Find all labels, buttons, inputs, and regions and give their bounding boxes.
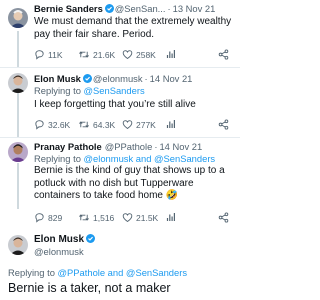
author-handle[interactable]: @elonmusk [93,73,143,84]
tweet-header: Bernie Sanders @SenSan... · 13 Nov 21 [34,3,236,14]
action-bar: 829 1,516 21.5K [34,211,232,225]
verified-badge-icon [82,74,92,84]
author-name[interactable]: Elon Musk [34,234,84,245]
views-button[interactable] [166,212,210,224]
reply-button[interactable]: 829 [34,212,78,225]
reply-count: 829 [48,213,63,223]
author-handle[interactable]: @elonmusk [34,246,84,257]
views-button[interactable] [166,49,210,61]
tweet[interactable]: Bernie Sanders @SenSan... · 13 Nov 21 We mu… [0,0,240,70]
action-bar: 32.6K 64.3K 277K [34,118,232,132]
like-icon [122,212,136,225]
reply-icon [34,119,48,132]
views-icon [166,119,179,131]
like-button[interactable]: 258K [122,49,166,62]
replying-to: Replying to @PPathole and @SenSanders [8,267,187,278]
tweet-thread: Bernie Sanders @SenSan... · 13 Nov 21 We mu… [0,0,240,300]
author-name[interactable]: Bernie Sanders [34,3,103,14]
author-name[interactable]: Pranay Pathole [34,141,102,152]
tweet-text: I keep forgetting that you’re still aliv… [34,99,196,110]
reply-count: 11K [48,50,63,60]
reply-button[interactable]: 11K [34,49,78,62]
tweet-date[interactable]: 14 Nov 21 [150,73,193,84]
tweet[interactable]: Elon Musk @elonmusk · 14 Nov 21 Replying to… [0,68,240,138]
verified-badge-icon [104,4,114,14]
like-count: 258K [136,50,156,60]
like-icon [122,49,136,62]
tweet-text: We must demand that the extremely wealth… [34,16,232,40]
replying-to-prefix: Replying to [34,153,84,164]
tweet-date[interactable]: 14 Nov 21 [159,141,202,152]
tweet[interactable]: Pranay Pathole @PPathole · 14 Nov 21 Replyi… [0,138,240,223]
replying-to-prefix: Replying to [34,85,84,96]
retweet-count: 21.6K [93,50,116,60]
tweet-date[interactable]: 13 Nov 21 [173,3,216,14]
replying-to-mention[interactable]: @PPathole and @SenSanders [58,267,188,278]
replying-to: Replying to @elonmusk and @SenSanders [34,153,236,164]
like-count: 277K [136,120,156,130]
avatar[interactable] [8,142,28,162]
avatar[interactable] [8,8,28,28]
reply-icon [34,212,48,225]
retweet-icon [78,49,93,62]
tweet-text: Bernie is a taker, not a maker [8,281,171,295]
tweet-text: Bernie is the kind of guy that shows up … [34,165,225,201]
share-button[interactable] [218,118,232,132]
retweet-count: 64.3K [93,120,116,130]
views-button[interactable] [166,119,210,131]
share-icon [218,48,232,62]
replying-to-prefix: Replying to [8,267,58,278]
tweet[interactable]: Elon Musk @elonmusk Replying to @PPathol… [0,232,240,300]
action-bar: 11K 21.6K 258K [34,48,232,62]
share-button[interactable] [218,211,232,225]
views-icon [166,49,179,61]
retweet-icon [78,119,93,132]
views-icon [166,212,179,224]
like-button[interactable]: 277K [122,119,166,132]
retweet-button[interactable]: 21.6K [78,49,122,62]
like-icon [122,119,136,132]
reply-count: 32.6K [48,120,71,130]
share-button[interactable] [218,48,232,62]
avatar[interactable] [8,73,28,93]
reply-button[interactable]: 32.6K [34,119,78,132]
retweet-button[interactable]: 1,516 [78,212,122,225]
like-count: 21.5K [136,213,159,223]
author-name[interactable]: Elon Musk [34,73,81,84]
retweet-count: 1,516 [93,213,115,223]
reply-icon [34,49,48,62]
tweet-header: Pranay Pathole @PPathole · 14 Nov 21 [34,141,236,152]
retweet-icon [78,212,93,225]
separator: · [167,3,171,14]
tweet-header: Elon Musk @elonmusk · 14 Nov 21 [34,73,236,84]
like-button[interactable]: 21.5K [122,212,166,225]
avatar[interactable] [8,235,28,255]
separator: · [154,141,158,152]
replying-to-mention[interactable]: @elonmusk and @SenSanders [84,153,216,164]
replying-to: Replying to @SenSanders [34,85,236,96]
separator: · [144,73,148,84]
share-icon [218,118,232,132]
author-handle[interactable]: @SenSan... [115,3,166,14]
verified-badge-icon [86,234,96,247]
replying-to-mention[interactable]: @SenSanders [84,85,145,96]
retweet-button[interactable]: 64.3K [78,119,122,132]
author-handle[interactable]: @PPathole [105,141,153,152]
share-icon [218,211,232,225]
